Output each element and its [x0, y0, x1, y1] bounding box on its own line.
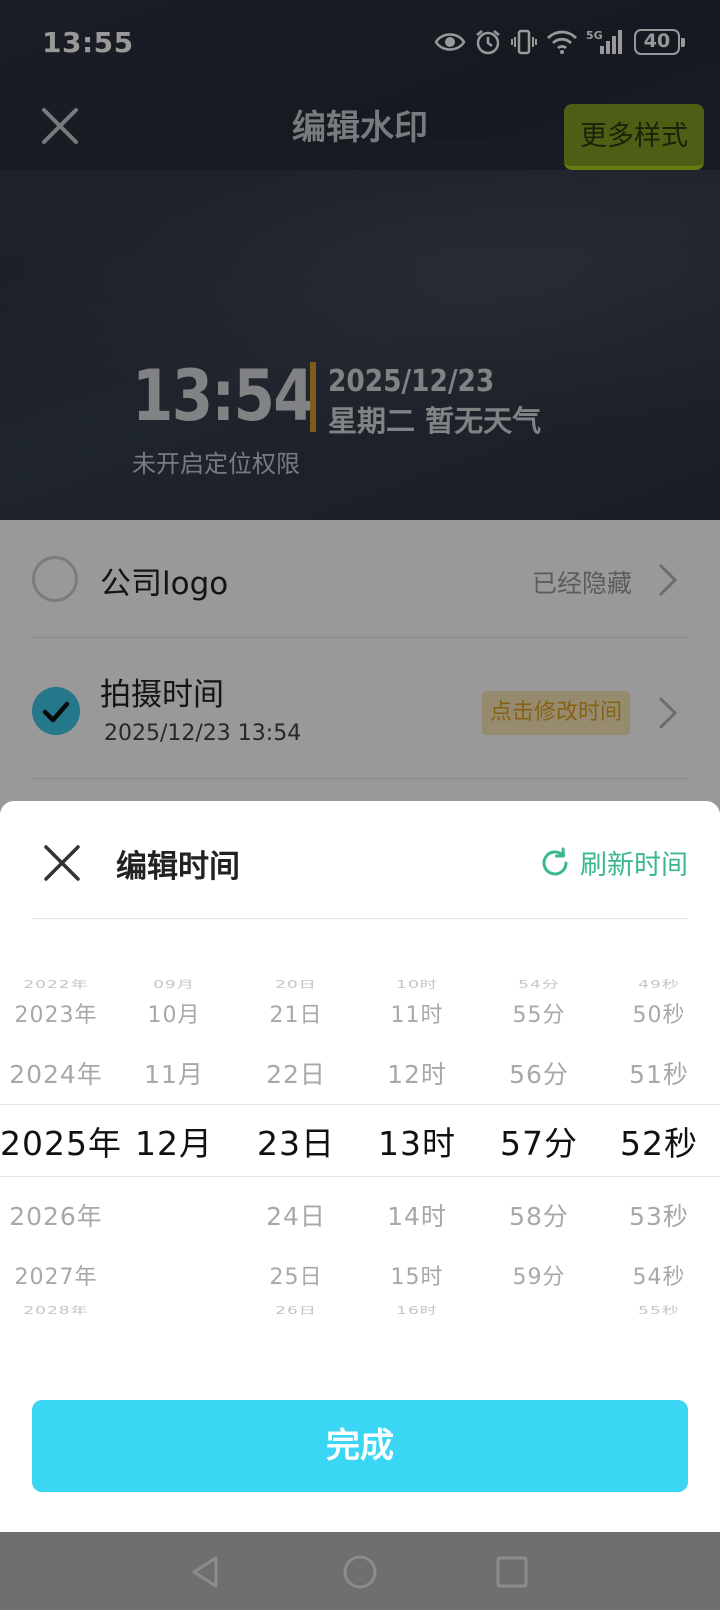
picker-option[interactable]: 55秒: [600, 1302, 718, 1317]
picker-selected-minute[interactable]: 57分: [480, 1117, 598, 1165]
close-icon[interactable]: [42, 843, 82, 883]
picker-option[interactable]: 20日: [238, 976, 354, 991]
sheet-title: 编辑时间: [116, 849, 240, 885]
picker-option[interactable]: 2026年: [0, 1197, 112, 1233]
picker-option[interactable]: 2028年: [0, 1302, 112, 1317]
year-wheel[interactable]: 2022年 2023年 2024年 2025年 2026年 2027年 2028…: [0, 961, 121, 1351]
picker-option[interactable]: 10时: [358, 976, 476, 991]
picker-option[interactable]: 11时: [358, 997, 476, 1029]
picker-option[interactable]: 55分: [480, 997, 598, 1029]
picker-option[interactable]: 26日: [238, 1302, 354, 1317]
picker-selected-month[interactable]: 12月: [118, 1117, 230, 1165]
picker-selected-hour[interactable]: 13时: [358, 1117, 476, 1165]
picker-option[interactable]: 2023年: [0, 997, 112, 1029]
picker-option[interactable]: 22日: [238, 1055, 354, 1091]
refresh-icon: [542, 847, 568, 875]
picker-option[interactable]: 58分: [480, 1197, 598, 1233]
picker-option[interactable]: 54秒: [600, 1259, 718, 1291]
picker-option[interactable]: 10月: [118, 997, 230, 1029]
month-wheel[interactable]: 09月 10月 11月 12月: [118, 961, 230, 1351]
picker-option[interactable]: 24日: [238, 1197, 354, 1233]
picker-option[interactable]: 59分: [480, 1259, 598, 1291]
picker-option[interactable]: 21日: [238, 997, 354, 1029]
picker-selected-day[interactable]: 23日: [238, 1117, 354, 1165]
done-button[interactable]: 完成: [32, 1400, 688, 1492]
picker-option[interactable]: 12时: [358, 1055, 476, 1091]
refresh-time-button[interactable]: 刷新时间: [538, 843, 688, 882]
picker-option[interactable]: 14时: [358, 1197, 476, 1233]
refresh-time-label: 刷新时间: [580, 850, 688, 881]
sheet-header: 编辑时间 刷新时间: [32, 801, 688, 919]
home-icon[interactable]: [340, 1552, 380, 1592]
picker-option[interactable]: 09月: [118, 976, 230, 991]
day-wheel[interactable]: 20日 21日 22日 23日 24日 25日 26日: [238, 961, 354, 1351]
picker-option[interactable]: 2027年: [0, 1259, 112, 1291]
picker-option[interactable]: 50秒: [600, 997, 718, 1029]
datetime-picker[interactable]: 2022年 2023年 2024年 2025年 2026年 2027年 2028…: [0, 961, 720, 1351]
picker-option[interactable]: 11月: [118, 1055, 230, 1091]
picker-option[interactable]: 2022年: [0, 976, 112, 991]
picker-selected-year[interactable]: 2025年: [0, 1117, 121, 1165]
picker-option[interactable]: 54分: [480, 976, 598, 991]
minute-wheel[interactable]: 54分 55分 56分 57分 58分 59分: [480, 961, 598, 1351]
system-nav-bar: [0, 1532, 720, 1610]
picker-selected-second[interactable]: 52秒: [600, 1117, 718, 1165]
picker-option[interactable]: 51秒: [600, 1055, 718, 1091]
recents-icon[interactable]: [492, 1552, 532, 1592]
back-icon[interactable]: [186, 1552, 226, 1592]
picker-option[interactable]: 15时: [358, 1259, 476, 1291]
edit-time-sheet: 编辑时间 刷新时间 2022年 2023年 2024年 2025年 2026年 …: [0, 801, 720, 1532]
picker-option[interactable]: 53秒: [600, 1197, 718, 1233]
picker-option[interactable]: 16时: [358, 1302, 476, 1317]
hour-wheel[interactable]: 10时 11时 12时 13时 14时 15时 16时: [358, 961, 476, 1351]
picker-option[interactable]: 49秒: [600, 976, 718, 991]
picker-option[interactable]: 56分: [480, 1055, 598, 1091]
picker-option[interactable]: 25日: [238, 1259, 354, 1291]
second-wheel[interactable]: 49秒 50秒 51秒 52秒 53秒 54秒 55秒: [600, 961, 718, 1351]
picker-option[interactable]: 2024年: [0, 1055, 112, 1091]
